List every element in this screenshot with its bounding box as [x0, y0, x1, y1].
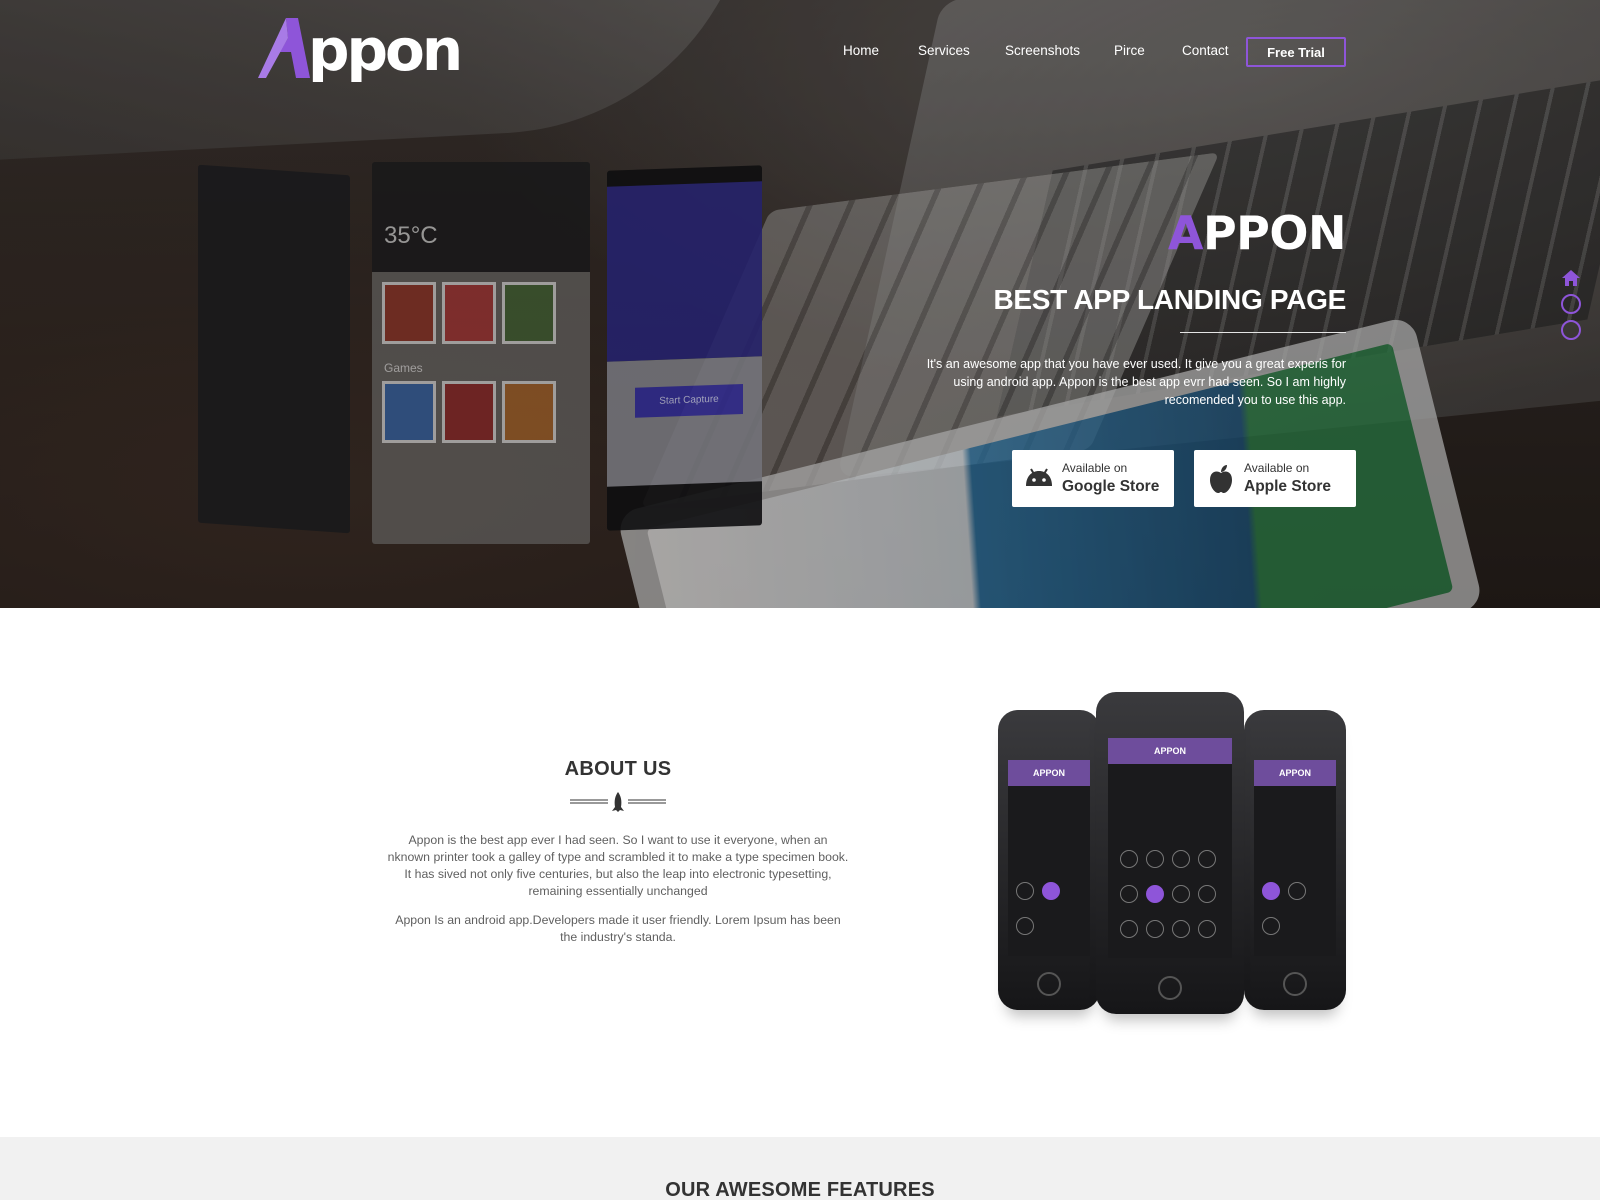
features-section: OUR AWESOME FEATURES	[0, 1137, 1600, 1200]
about-paragraph-1: Appon is the best app ever I had seen. S…	[387, 833, 849, 898]
phone-left-header: APPON	[1008, 760, 1090, 786]
main-nav: Home Services Screenshots Pirce Contact	[0, 40, 1600, 70]
google-store-name: Google Store	[1062, 478, 1160, 495]
phones-mockup: APPON APPON APPON	[998, 692, 1346, 1052]
phone-left: APPON	[998, 710, 1100, 1010]
phone-center-header: APPON	[1108, 738, 1232, 764]
nav-services[interactable]: Services	[918, 43, 970, 58]
apple-store-name: Apple Store	[1244, 478, 1331, 495]
android-icon	[1026, 468, 1052, 486]
hero-description: It's an awesome app that you have ever u…	[926, 357, 1346, 407]
google-store-available: Available on	[1062, 461, 1128, 475]
rocket-divider-icon	[570, 792, 666, 812]
phone-center: APPON	[1096, 692, 1244, 1014]
hero-section: 35°C Games Start Capture ppon Home Servi…	[0, 0, 1600, 608]
free-trial-button[interactable]: Free Trial	[1246, 37, 1346, 67]
apple-store-button[interactable]: Available on Apple Store	[1194, 450, 1356, 507]
about-title: ABOUT US	[564, 758, 672, 780]
apple-icon	[1210, 465, 1232, 493]
nav-home[interactable]: Home	[843, 43, 879, 58]
nav-screenshots[interactable]: Screenshots	[1005, 43, 1080, 58]
features-title: OUR AWESOME FEATURES	[665, 1179, 935, 1200]
nav-price[interactable]: Pirce	[1114, 43, 1145, 58]
phone-right-header: APPON	[1254, 760, 1336, 786]
section-dots-nav	[1561, 268, 1583, 346]
hero-title-rest: PPON	[1202, 206, 1347, 260]
nav-contact[interactable]: Contact	[1182, 43, 1229, 58]
google-store-button[interactable]: Available on Google Store	[1012, 450, 1174, 507]
hero-overlay	[0, 0, 1600, 608]
phone-right: APPON	[1244, 710, 1346, 1010]
hero-subtitle: BEST APP LANDING PAGE	[993, 284, 1346, 315]
section-dot-2[interactable]	[1561, 294, 1581, 314]
home-icon[interactable]	[1561, 268, 1581, 288]
section-dot-3[interactable]	[1561, 320, 1581, 340]
hero-title: APPON	[1167, 205, 1347, 261]
about-paragraph-2: Appon Is an android app.Developers made …	[395, 913, 841, 944]
hero-divider	[1180, 332, 1346, 333]
hero-title-accent: A	[1167, 206, 1204, 260]
apple-store-available: Available on	[1244, 461, 1310, 475]
